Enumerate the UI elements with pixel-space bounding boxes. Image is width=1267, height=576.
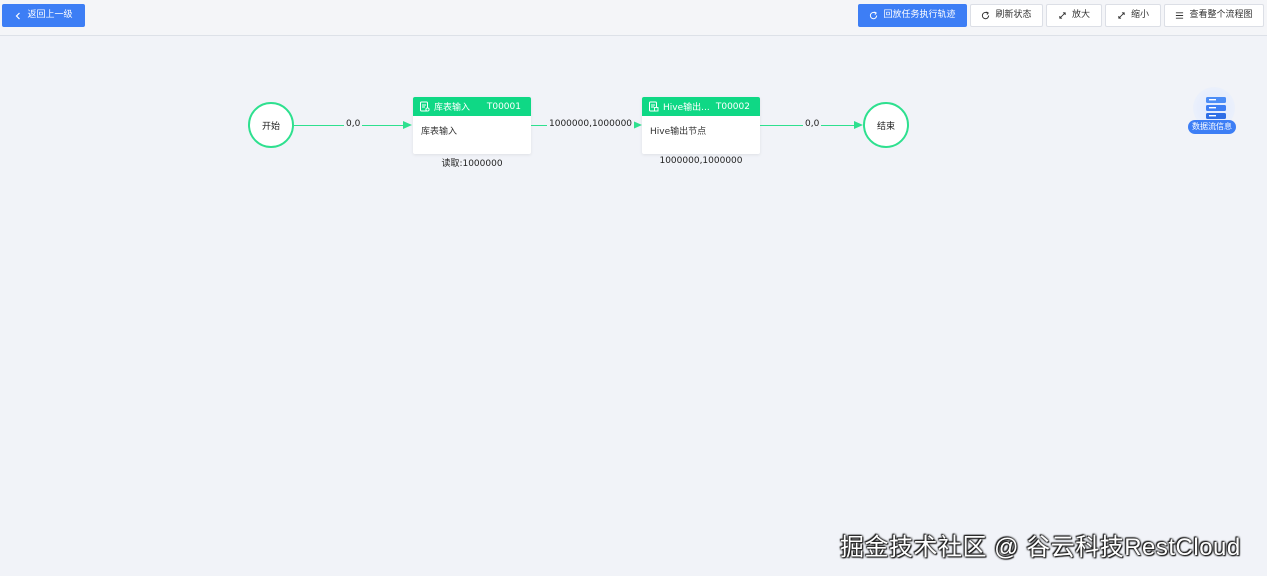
chevron-left-icon [14, 12, 22, 20]
start-node[interactable]: 开始 [248, 102, 294, 148]
edge-arrow-start-to-t1 [403, 121, 412, 129]
refresh-icon [981, 11, 990, 20]
dataflow-info-label: 数据流信息 [1188, 120, 1236, 134]
edge-arrow-t1-to-t2 [633, 121, 642, 129]
edge-label-start-to-t1: 0,0 [344, 119, 363, 130]
watermark: 掘金技术社区 @ 谷云科技RestCloud [840, 534, 1241, 561]
shrink-icon [1117, 11, 1126, 20]
edge-label-t1-to-t2: 1000000,1000000 [547, 119, 635, 130]
start-node-label: 开始 [261, 121, 280, 132]
task-write-count: 1000000,1000000 [659, 156, 743, 166]
toolbar: 返回上一级 回放任务执行轨迹 刷新状态 放大 缩小 查看整个流程图 [0, 0, 1267, 36]
dataflow-info-button[interactable]: 数据流信息 [1186, 87, 1246, 137]
zoom-out-button[interactable]: 缩小 [1105, 4, 1161, 27]
expand-icon [1058, 11, 1067, 20]
list-icon [1175, 11, 1184, 20]
task-name: 库表输入 [434, 103, 471, 113]
replay-icon [869, 11, 878, 20]
task-description: Hive输出节点 [650, 127, 707, 137]
flow-canvas[interactable]: 开始 0,0 库表输入 T00001 库表输入 读取:1000000 10000… [0, 37, 1267, 576]
refresh-status-button[interactable]: 刷新状态 [970, 4, 1043, 27]
task-id: T00002 [715, 101, 750, 112]
end-node-label: 结束 [876, 121, 895, 132]
hive-output-icon [648, 101, 659, 112]
task-description: 库表输入 [421, 127, 458, 137]
task-node-t00001[interactable]: 库表输入 T00001 库表输入 [413, 97, 531, 154]
task-id: T00001 [486, 101, 521, 112]
task-header: 库表输入 T00001 [413, 97, 531, 116]
back-button[interactable]: 返回上一级 [2, 4, 85, 27]
end-node[interactable]: 结束 [863, 102, 909, 148]
task-header: Hive输出... T00002 [642, 97, 760, 116]
table-input-icon [419, 101, 430, 112]
refresh-status-label: 刷新状态 [995, 10, 1032, 20]
task-name: Hive输出... [663, 103, 710, 113]
task-node-t00002[interactable]: Hive输出... T00002 Hive输出节点 [642, 97, 760, 154]
database-icon [1206, 97, 1226, 119]
view-whole-flow-button[interactable]: 查看整个流程图 [1164, 4, 1264, 27]
task-read-count: 读取:1000000 [441, 159, 503, 169]
replay-trace-label: 回放任务执行轨迹 [883, 10, 956, 20]
replay-trace-button[interactable]: 回放任务执行轨迹 [858, 4, 967, 27]
back-button-label: 返回上一级 [27, 10, 73, 20]
zoom-in-button[interactable]: 放大 [1046, 4, 1102, 27]
view-whole-flow-label: 查看整个流程图 [1189, 10, 1253, 20]
zoom-in-label: 放大 [1071, 10, 1090, 20]
edge-label-t2-to-end: 0,0 [803, 119, 822, 130]
edge-arrow-t2-to-end [854, 121, 863, 129]
zoom-out-label: 缩小 [1130, 10, 1149, 20]
